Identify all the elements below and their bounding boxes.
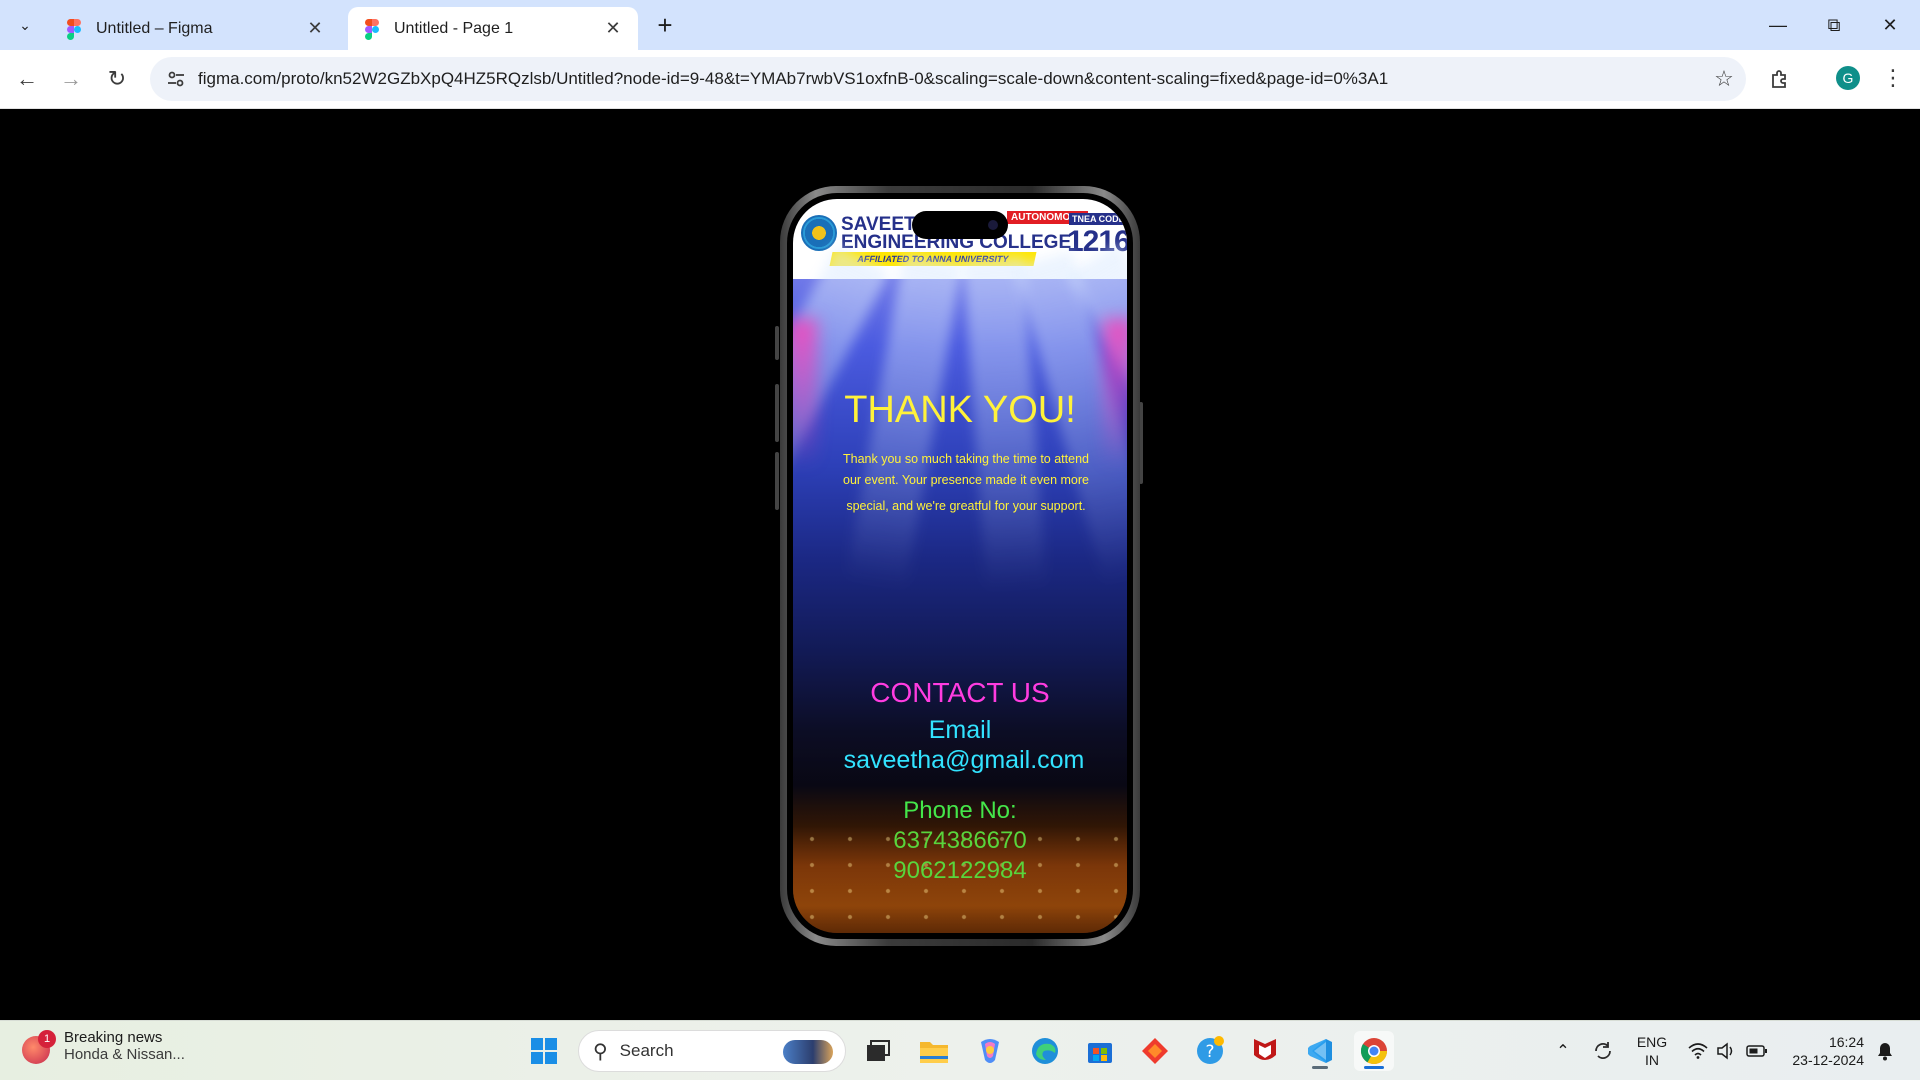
windows-logo-icon [531,1038,557,1064]
extensions-icon[interactable] [1762,61,1798,97]
file-explorer-icon[interactable] [914,1031,954,1071]
task-view-icon[interactable] [858,1031,898,1071]
college-emblem-icon [801,215,837,251]
thank-you-line: our event. Your presence made it even mo… [843,473,1089,487]
show-hidden-icons-chevron[interactable]: ⌃ [1548,1021,1578,1080]
restore-button[interactable]: ⧉ [1806,0,1862,50]
region-code: IN [1645,1052,1659,1068]
tab-strip: ⌄ Untitled – Figma ✕ Untitled - Page 1 ✕… [0,0,1920,50]
thank-you-message: Thank you so much taking the time to att… [831,449,1101,517]
tab-prototype[interactable]: Untitled - Page 1 ✕ [348,7,638,50]
close-icon[interactable]: ✕ [602,18,624,40]
sync-icon[interactable] [1586,1021,1620,1080]
tab-figma-file[interactable]: Untitled – Figma ✕ [50,7,340,50]
address-bar[interactable]: figma.com/proto/kn52W2GZbXpQ4HZ5RQzlsb/U… [150,57,1746,101]
windows-taskbar: 1 Breaking news Honda & Nissan... ⚲ Sear… [0,1020,1920,1080]
close-icon[interactable]: ✕ [304,18,326,40]
search-icon: ⚲ [593,1040,608,1063]
forward-button[interactable]: → [53,61,89,97]
clock-date: 23-12-2024 [1792,1052,1864,1068]
email-label: Email [928,716,992,744]
input-language[interactable]: ENG IN [1632,1033,1672,1069]
phone-number: 9062122984 [893,857,1027,884]
start-button[interactable] [524,1031,564,1071]
copilot-icon[interactable] [970,1031,1010,1071]
close-window-button[interactable]: ✕ [1862,0,1918,50]
vscode-icon[interactable] [1300,1031,1340,1071]
site-info-icon[interactable] [154,57,198,101]
contact-us-heading: CONTACT US [870,677,1050,708]
notification-badge: 1 [38,1030,56,1048]
news-subtitle: Honda & Nissan... [64,1046,185,1063]
app-diamond-icon[interactable] [1135,1031,1175,1071]
language-code: ENG [1636,1034,1668,1050]
clock-time: 16:24 [1828,1034,1864,1050]
tab-search-button[interactable]: ⌄ [8,9,42,41]
phone-screen: SAVEETHA ENGINEERING COLLEGE AUTONOMOUS … [793,199,1127,933]
get-help-icon[interactable]: ? [1190,1031,1230,1071]
phone-side-button [775,326,779,360]
minimize-button[interactable]: — [1750,0,1806,50]
phone-side-button [775,452,779,510]
more-menu-icon[interactable]: ⋮ [1878,61,1908,95]
battery-icon[interactable] [1742,1021,1772,1080]
phone-number: 6374386670 [893,827,1027,854]
search-highlight-image [783,1040,833,1064]
store-icon[interactable] [1080,1031,1120,1071]
phone-label: Phone No: [903,797,1017,824]
dynamic-island [912,211,1008,239]
chrome-icon[interactable] [1354,1031,1394,1071]
edge-icon[interactable] [1025,1031,1065,1071]
browser-toolbar: ← → ↻ figma.com/proto/kn52W2GZbXpQ4HZ5RQ… [0,50,1920,109]
thank-you-line: Thank you so much taking the time to att… [843,452,1089,466]
phone-frame: SAVEETHA ENGINEERING COLLEGE AUTONOMOUS … [780,186,1140,946]
thank-you-line: special, and we're greatful for your sup… [846,499,1086,513]
volume-icon[interactable] [1712,1021,1740,1080]
taskbar-search[interactable]: ⚲ Search [578,1030,846,1072]
email-address: saveetha@gmail.com [843,746,1085,774]
new-tab-button[interactable]: + [650,10,680,40]
running-indicator [1312,1066,1328,1069]
tab-title: Untitled – Figma [96,19,213,37]
url-text: figma.com/proto/kn52W2GZbXpQ4HZ5RQzlsb/U… [198,69,1389,88]
bookmark-star-icon[interactable]: ☆ [1702,57,1746,101]
svg-text:?: ? [1205,1042,1214,1062]
tnea-label: TNEA CODE [1069,213,1127,225]
chevron-down-icon: ⌄ [19,16,31,33]
phone-side-button [775,384,779,442]
search-placeholder: Search [619,1041,674,1060]
system-clock[interactable]: 16:24 23-12-2024 [1780,1033,1864,1069]
mcafee-icon[interactable] [1245,1031,1285,1071]
profile-avatar[interactable]: G [1836,66,1860,90]
running-indicator [1364,1066,1384,1069]
news-widget[interactable]: 1 Breaking news Honda & Nissan... [22,1029,185,1064]
tab-title: Untitled - Page 1 [394,19,514,37]
reload-button[interactable]: ↻ [99,61,135,97]
thank-you-heading: THANK YOU! [844,389,1076,431]
wifi-icon[interactable] [1684,1021,1712,1080]
figma-icon [364,18,380,40]
notification-bell-icon[interactable] [1872,1021,1898,1080]
news-title: Breaking news [64,1029,163,1046]
figma-icon [66,18,82,40]
back-button[interactable]: ← [9,61,45,97]
